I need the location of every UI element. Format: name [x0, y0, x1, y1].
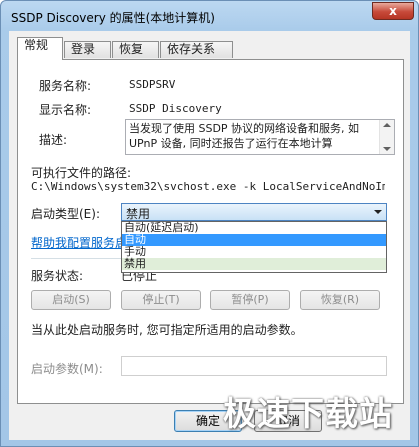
watermark-logo: 极速下载站 — [223, 394, 393, 433]
description-scrollbar[interactable] — [379, 120, 394, 154]
description-label: 描述: — [39, 133, 68, 147]
dialog-client: 常规 登录 恢复 依存关系 服务名称: SSDPSRV 显示名称: SSDP D… — [9, 31, 410, 440]
tab-dependencies[interactable]: 依存关系 — [160, 41, 233, 58]
service-status-label: 服务状态: — [31, 269, 84, 283]
pause-button[interactable]: 暂停(P) — [210, 290, 290, 310]
scroll-down-icon[interactable] — [383, 147, 391, 151]
chevron-down-icon — [374, 210, 382, 214]
startup-option-auto-delayed[interactable]: 自动(延迟启动) — [122, 222, 386, 234]
description-text: 当发现了使用 SSDP 协议的网络设备和服务, 如 UPnP 设备, 同时还报告… — [129, 122, 360, 150]
tab-logon[interactable]: 登录 — [64, 41, 111, 58]
window-title: SSDP Discovery 的属性(本地计算机) — [11, 11, 215, 25]
params-hint: 当从此处启动服务时, 您可指定所适用的启动参数。 — [31, 323, 303, 337]
start-button[interactable]: 启动(S) — [31, 290, 111, 310]
startup-option-disabled[interactable]: 禁用 — [122, 258, 386, 270]
tab-recovery[interactable]: 恢复 — [112, 41, 159, 58]
title-bar[interactable]: SSDP Discovery 的属性(本地计算机) x — [1, 1, 418, 31]
resume-button[interactable]: 恢复(R) — [300, 290, 380, 310]
startup-option-auto[interactable]: 自动 — [122, 234, 386, 246]
params-label: 启动参数(M): — [31, 362, 103, 376]
start-params-input[interactable] — [121, 356, 387, 376]
display-name-value: SSDP Discovery — [129, 102, 222, 115]
exe-path-value: C:\Windows\system32\svchost.exe -k Local… — [31, 180, 385, 193]
close-button[interactable]: x — [372, 2, 414, 20]
startup-type-label: 启动类型(E): — [31, 207, 100, 221]
startup-type-selected: 禁用 — [126, 207, 151, 221]
properties-window: SSDP Discovery 的属性(本地计算机) x 常规 登录 恢复 依存关… — [0, 0, 419, 447]
description-box[interactable]: 当发现了使用 SSDP 协议的网络设备和服务, 如 UPnP 设备, 同时还报告… — [125, 119, 395, 155]
scroll-up-icon[interactable] — [383, 123, 391, 127]
startup-type-select[interactable]: 禁用 — [121, 203, 387, 221]
close-icon: x — [389, 4, 397, 18]
service-name-value: SSDPSRV — [129, 78, 176, 91]
service-name-label: 服务名称: — [39, 79, 92, 93]
startup-type-dropdown: 自动(延迟启动) 自动 手动 禁用 — [121, 221, 387, 273]
stop-button[interactable]: 停止(T) — [121, 290, 201, 310]
tab-general[interactable]: 常规 — [17, 37, 63, 60]
startup-option-manual[interactable]: 手动 — [122, 246, 386, 258]
exe-path-label: 可执行文件的路径: — [31, 166, 132, 180]
display-name-label: 显示名称: — [39, 103, 92, 117]
